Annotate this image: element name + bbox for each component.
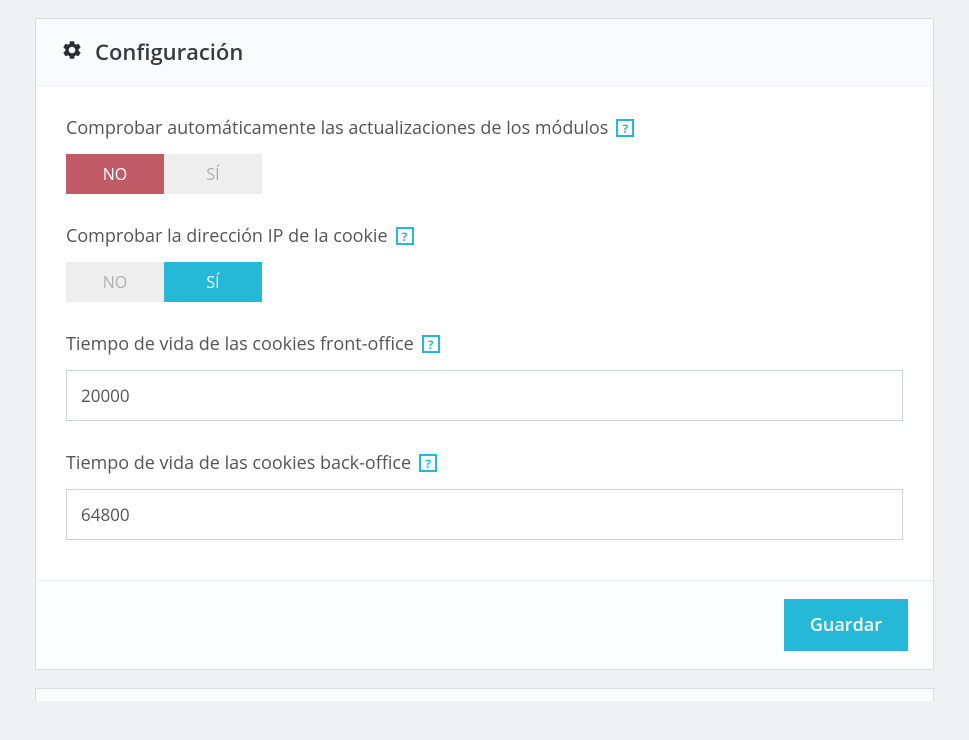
form-group-back-cookie-lifetime: Tiempo de vida de las cookies back-offic… — [66, 451, 903, 540]
panel-header: Configuración — [36, 19, 933, 86]
check-cookie-ip-no-button[interactable]: NO — [66, 262, 164, 302]
check-cookie-ip-si-button[interactable]: SÍ — [164, 262, 262, 302]
save-button[interactable]: Guardar — [784, 599, 908, 651]
configuration-panel: Configuración Comprobar automáticamente … — [35, 18, 934, 670]
front-cookie-lifetime-input[interactable] — [66, 370, 903, 421]
form-group-auto-check-updates: Comprobar automáticamente las actualizac… — [66, 116, 903, 194]
back-cookie-lifetime-label-row: Tiempo de vida de las cookies back-offic… — [66, 451, 903, 475]
help-icon[interactable]: ? — [422, 335, 440, 353]
front-cookie-lifetime-label: Tiempo de vida de las cookies front-offi… — [66, 332, 414, 356]
help-icon[interactable]: ? — [396, 227, 414, 245]
gear-icon — [61, 39, 83, 66]
form-group-check-cookie-ip: Comprobar la dirección IP de la cookie ?… — [66, 224, 903, 302]
help-icon[interactable]: ? — [616, 119, 634, 137]
panel-title: Configuración — [95, 37, 243, 67]
auto-check-updates-no-button[interactable]: NO — [66, 154, 164, 194]
auto-check-updates-label-row: Comprobar automáticamente las actualizac… — [66, 116, 903, 140]
auto-check-updates-si-button[interactable]: SÍ — [164, 154, 262, 194]
panel-footer: Guardar — [36, 580, 933, 669]
front-cookie-lifetime-label-row: Tiempo de vida de las cookies front-offi… — [66, 332, 903, 356]
check-cookie-ip-label-row: Comprobar la dirección IP de la cookie ? — [66, 224, 903, 248]
back-cookie-lifetime-label: Tiempo de vida de las cookies back-offic… — [66, 451, 411, 475]
panel-body: Comprobar automáticamente las actualizac… — [36, 86, 933, 580]
form-group-front-cookie-lifetime: Tiempo de vida de las cookies front-offi… — [66, 332, 903, 421]
help-icon[interactable]: ? — [419, 454, 437, 472]
check-cookie-ip-toggle: NO SÍ — [66, 262, 262, 302]
auto-check-updates-label: Comprobar automáticamente las actualizac… — [66, 116, 608, 140]
back-cookie-lifetime-input[interactable] — [66, 489, 903, 540]
auto-check-updates-toggle: NO SÍ — [66, 154, 262, 194]
secondary-panel-header — [35, 688, 934, 701]
check-cookie-ip-label: Comprobar la dirección IP de la cookie — [66, 224, 388, 248]
